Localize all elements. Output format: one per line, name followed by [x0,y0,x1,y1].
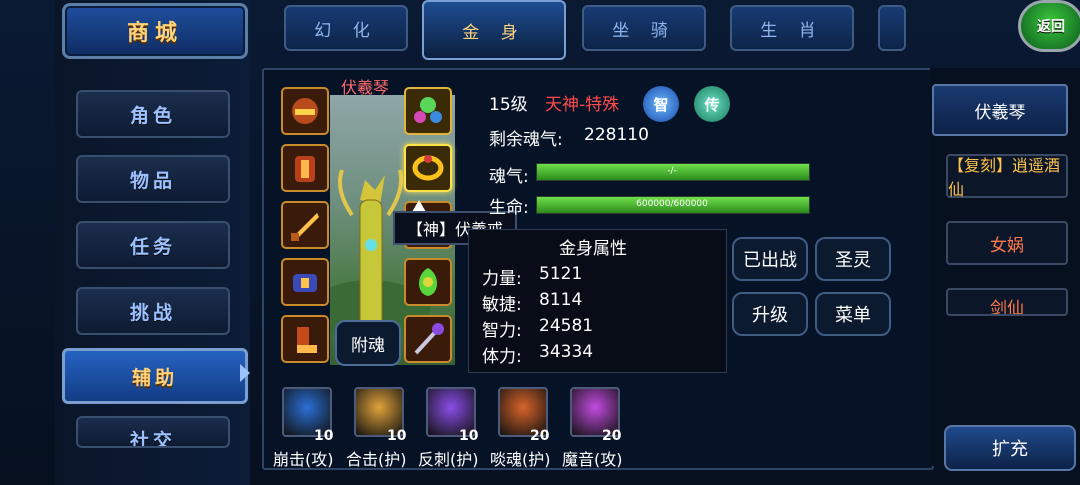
stat-label: 体力: [482,347,522,367]
staff-icon [414,323,444,355]
level-text: 15级 [489,95,528,115]
tab-mount[interactable]: 坐 骑 [582,5,706,51]
stat-label: 智力: [482,321,522,341]
stat-value: 5121 [539,264,583,284]
weapon-icon [291,213,319,241]
holy-spirit-button[interactable]: 圣灵 [815,237,891,281]
god-list-item-selected[interactable]: 伏羲琴 [932,84,1068,136]
god-list-item[interactable]: 【复刻】逍遥酒仙 [946,154,1068,199]
shop-button[interactable]: 商城 [62,3,248,59]
skill-level: 10 [459,428,479,444]
skill-level: 10 [314,428,334,444]
attach-soul-button[interactable]: 附魂 [335,320,401,366]
armor-icon [295,156,315,182]
skill-name: 啖魂(护) [490,450,551,469]
stat-label: 敏捷: [482,295,522,315]
equip-slot-staff[interactable] [404,315,452,363]
menu-button[interactable]: 菜单 [815,292,891,336]
helmet-icon [292,98,318,124]
hp-bar-text: 600000/600000 [636,199,708,209]
equip-slot-boots[interactable] [281,315,329,363]
stat-label: 力量: [482,269,522,289]
skill-name: 合击(护) [346,450,407,469]
menu-active-arrow-icon [240,364,250,382]
attributes-title: 金身属性 [559,239,627,259]
skill-name: 魔音(攻) [562,450,623,469]
tab-transform[interactable]: 幻 化 [284,5,408,51]
skill-level: 20 [530,428,550,444]
skill-level: 10 [387,428,407,444]
menu-items-button[interactable]: 物品 [76,155,230,203]
skill-level: 20 [602,428,622,444]
skill-name: 崩击(攻) [273,450,334,469]
deployed-button[interactable]: 已出战 [732,237,808,281]
stat-value: 34334 [539,342,594,362]
menu-role-button[interactable]: 角色 [76,90,230,138]
remain-soul-label: 剩余魂气: [489,130,563,150]
back-button-label: 返回 [1018,0,1080,52]
god-type-text: 天神-特殊 [545,95,620,115]
god-list-item[interactable]: 剑仙 [946,288,1068,316]
equip-slot-helmet[interactable] [281,87,329,135]
ring-icon [412,155,444,181]
menu-assist-button[interactable]: 辅助 [62,348,248,404]
god-list-item[interactable]: 女娲 [946,221,1068,265]
stat-value: 8114 [539,290,583,310]
menu-social-button[interactable]: 社交 [76,416,230,448]
necklace-icon [414,97,442,123]
wisdom-badge-icon: 智 [643,86,679,122]
equip-slot-necklace[interactable] [404,87,452,135]
portrait-title: 伏羲琴 [340,78,389,97]
back-button[interactable]: 返回 [1000,0,1080,60]
expand-button[interactable]: 扩充 [944,425,1076,471]
tab-zodiac[interactable]: 生 肖 [730,5,854,51]
soul-energy-bar-text: -/- [667,166,677,176]
remain-soul-value: 228110 [584,125,649,145]
hp-label: 生命: [489,198,529,218]
equip-slot-charm[interactable] [404,258,452,306]
boots-icon [297,327,317,353]
equip-slot-weapon[interactable] [281,201,329,249]
menu-quest-button[interactable]: 任务 [76,221,230,269]
stat-value: 24581 [539,316,594,336]
legend-badge-icon: 传 [694,86,730,122]
tab-golden-body[interactable]: 金 身 [422,0,566,60]
equip-slot-armor[interactable] [281,144,329,192]
soul-energy-label: 魂气: [489,167,529,187]
belt-icon [293,274,317,292]
equip-slot-ring[interactable] [404,144,452,192]
menu-challenge-button[interactable]: 挑战 [76,287,230,335]
skill-name: 反刺(护) [418,450,479,469]
equip-slot-belt[interactable] [281,258,329,306]
charm-icon [419,268,437,296]
upgrade-button[interactable]: 升级 [732,292,808,336]
tab-more[interactable] [878,5,906,51]
